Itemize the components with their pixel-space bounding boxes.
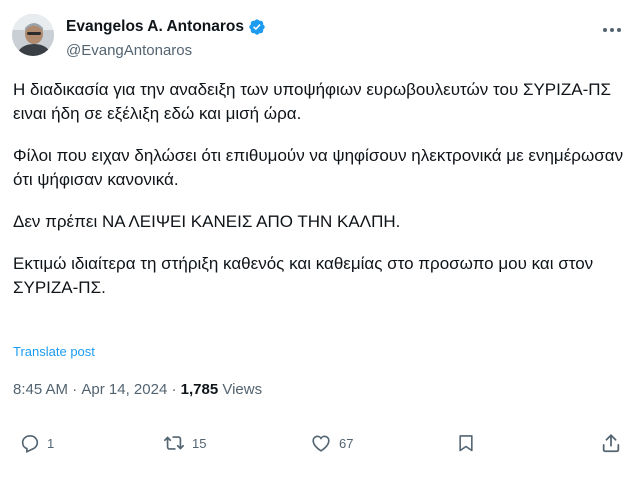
tweet-paragraph: Η διαδικασία για την αναδειξη των υποψήφ… [13,80,612,123]
tweet-meta: 8:45 AM · Apr 14, 2024 · 1,785 Views [13,381,262,398]
views-label: Views [218,381,263,398]
share-icon [600,432,622,454]
like-button[interactable]: 67 [309,428,353,458]
tweet-paragraph: Εκτιμώ ιδιαίτερα τη στήριξη καθενός και … [13,254,594,297]
tweet-paragraph: Φίλοι που ειχαν δηλώσει ότι επιθυμούν να… [13,146,624,189]
repost-count: 15 [192,435,207,451]
views-count[interactable]: 1,785 [181,381,219,398]
author-handle[interactable]: @EvangAntonaros [66,42,192,59]
bookmark-icon [456,432,476,454]
tweet-time[interactable]: 8:45 AM [13,381,68,398]
meta-separator: · [167,381,181,398]
tweet-card: Evangelos A. Antonaros @EvangAntonaros Η… [0,0,641,482]
share-button[interactable] [600,428,622,458]
translate-post-link[interactable]: Translate post [13,344,95,359]
meta-separator: · [68,381,82,398]
author-display-name[interactable]: Evangelos A. Antonaros [66,18,244,36]
tweet-text: Η διαδικασία για την αναδειξη των υποψήφ… [13,78,628,300]
action-bar: 1 15 67 [0,428,641,458]
like-icon [309,432,333,454]
tweet-paragraph: Δεν πρέπει ΝΑ ΛΕΙΨΕΙ ΚΑΝΕΙΣ ΑΠΟ ΤΗΝ ΚΑΛΠ… [13,212,401,231]
reply-count: 1 [47,435,55,451]
reply-button[interactable]: 1 [19,428,54,458]
more-icon[interactable] [601,20,623,40]
tweet-date[interactable]: Apr 14, 2024 [81,381,167,398]
repost-button[interactable]: 15 [162,428,206,458]
avatar[interactable] [12,14,54,56]
reply-icon [19,432,41,454]
verified-icon [248,18,266,36]
repost-icon [162,432,186,454]
like-count: 67 [339,435,354,451]
bookmark-button[interactable] [456,428,476,458]
author-name-row[interactable]: Evangelos A. Antonaros [66,18,266,36]
